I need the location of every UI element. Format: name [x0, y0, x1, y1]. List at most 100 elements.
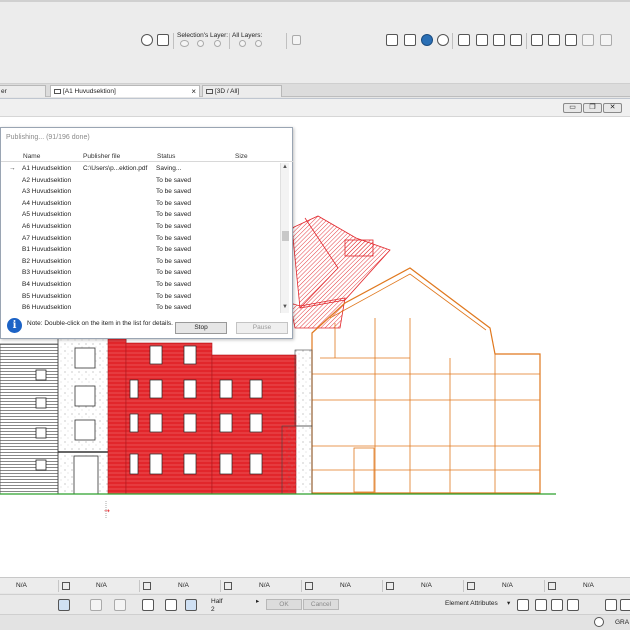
- house-3d-icon[interactable]: [493, 34, 505, 46]
- cancel-button[interactable]: Cancel: [303, 599, 339, 610]
- item-name: B3 Huvudsektion: [22, 269, 72, 277]
- refresh-icon[interactable]: [437, 34, 449, 46]
- info-field-icon[interactable]: [467, 582, 475, 590]
- undo-layer-icon[interactable]: [292, 35, 301, 45]
- all-layers-lock-icon[interactable]: [255, 40, 262, 47]
- snap-point-icon[interactable]: [185, 599, 197, 611]
- list-scrollbar[interactable]: ▲ ▼: [280, 163, 289, 313]
- restore-button[interactable]: ❐: [583, 103, 602, 113]
- house-icon[interactable]: [458, 34, 470, 46]
- suspend-groups-icon[interactable]: [90, 599, 102, 611]
- chevron-down-icon[interactable]: ▾: [507, 599, 510, 607]
- item-status: To be saved: [156, 234, 192, 242]
- graphic-override-icon[interactable]: [551, 599, 563, 611]
- item-name: B1 Huvudsektion: [22, 246, 72, 254]
- item-name: B4 Huvudsektion: [22, 280, 72, 288]
- list-item[interactable]: A4 Huvudsektion To be saved: [1, 198, 279, 210]
- pen-set-icon[interactable]: [517, 599, 529, 611]
- teamwork-icon[interactable]: [386, 34, 398, 46]
- column-status[interactable]: Status: [157, 153, 175, 160]
- relative-construction-icon[interactable]: [114, 599, 126, 611]
- item-status: To be saved: [156, 211, 192, 219]
- list-item[interactable]: A2 Huvudsektion To be saved: [1, 175, 279, 187]
- close-button[interactable]: ✕: [603, 103, 622, 113]
- publish-item-list[interactable]: → A1 Huvudsektion C:\Users\p...ektion.pdf S…: [1, 163, 279, 313]
- item-status: To be saved: [156, 269, 192, 277]
- element-attributes-select[interactable]: Element Attributes: [445, 600, 498, 607]
- scroll-up-icon[interactable]: ▲: [282, 164, 288, 170]
- snap-guides-icon[interactable]: [58, 599, 70, 611]
- magic-wand-icon[interactable]: [165, 599, 177, 611]
- item-name: B5 Huvudsektion: [22, 292, 72, 300]
- toolbar-separator: [173, 33, 174, 49]
- item-status: To be saved: [156, 222, 192, 230]
- toolbar-top-border: [0, 0, 630, 2]
- grid-icon[interactable]: [605, 599, 617, 611]
- person-icon[interactable]: [600, 34, 612, 46]
- minimize-button[interactable]: ▭: [563, 103, 582, 113]
- tab-3d-all[interactable]: [3D / All]: [202, 85, 282, 97]
- model-view-icon[interactable]: [535, 599, 547, 611]
- box-3d-icon[interactable]: [565, 34, 577, 46]
- info-field-icon[interactable]: [305, 582, 313, 590]
- info-field-icon[interactable]: [548, 582, 556, 590]
- drawing-icon[interactable]: [548, 34, 560, 46]
- layout-icon[interactable]: [531, 34, 543, 46]
- tab-previous[interactable]: er: [0, 85, 46, 97]
- list-item[interactable]: B4 Huvudsektion To be saved: [1, 279, 279, 291]
- list-item[interactable]: B1 Huvudsektion To be saved: [1, 244, 279, 256]
- walk-icon[interactable]: [582, 34, 594, 46]
- all-layers-visibility-icon[interactable]: [239, 40, 246, 47]
- list-item[interactable]: A6 Huvudsektion To be saved: [1, 221, 279, 233]
- tab-a1-huvudsektion[interactable]: [A1 Huvudsektion] ×: [50, 85, 200, 97]
- item-status: To be saved: [156, 304, 192, 312]
- item-name: A2 Huvudsektion: [22, 176, 72, 184]
- item-status: Saving...: [156, 165, 182, 172]
- stop-button[interactable]: Stop: [175, 322, 227, 334]
- layer-combination-icon[interactable]: [157, 34, 169, 46]
- table-icon[interactable]: [620, 599, 630, 611]
- list-item[interactable]: B5 Huvudsektion To be saved: [1, 291, 279, 303]
- gravity-icon[interactable]: [142, 599, 154, 611]
- publishing-dialog: Publishing... (91/196 done) Name Publish…: [0, 127, 293, 339]
- column-publisher-file[interactable]: Publisher file: [83, 153, 120, 160]
- layer-settings-icon[interactable]: [141, 34, 153, 46]
- send-receive-icon[interactable]: [404, 34, 416, 46]
- main-toolbar: Selection's Layer: All Layers:: [0, 0, 630, 84]
- selection-layer-visibility-icon[interactable]: [180, 40, 189, 47]
- house-section-icon[interactable]: [476, 34, 488, 46]
- list-item[interactable]: → A1 Huvudsektion C:\Users\p...ektion.pdf S…: [1, 163, 279, 175]
- list-item[interactable]: B2 Huvudsektion To be saved: [1, 256, 279, 268]
- half-label: Half: [211, 598, 223, 605]
- network-icon[interactable]: [510, 34, 522, 46]
- list-item[interactable]: A3 Huvudsektion To be saved: [1, 186, 279, 198]
- info-status-bar: N/A N/A N/A N/A N/A N/A N/A N/A: [0, 577, 630, 593]
- info-value: N/A: [178, 582, 189, 589]
- globe-icon[interactable]: [421, 34, 433, 46]
- scroll-thumb[interactable]: [282, 231, 289, 241]
- toolbar-separator: [286, 33, 287, 49]
- info-field-icon[interactable]: [224, 582, 232, 590]
- ok-button[interactable]: OK: [266, 599, 302, 610]
- list-item[interactable]: A5 Huvudsektion To be saved: [1, 209, 279, 221]
- info-field-icon[interactable]: [143, 582, 151, 590]
- list-item[interactable]: A7 Huvudsektion To be saved: [1, 233, 279, 245]
- gray-facade: [0, 343, 59, 495]
- note-text: Note: Double-click on the item in the li…: [27, 320, 173, 327]
- info-field-icon[interactable]: [386, 582, 394, 590]
- selection-layer-lock-icon[interactable]: [197, 40, 204, 47]
- column-size[interactable]: Size: [235, 153, 248, 160]
- list-item[interactable]: B6 Huvudsektion To be saved: [1, 302, 279, 313]
- info-value: N/A: [340, 582, 351, 589]
- list-item[interactable]: B3 Huvudsektion To be saved: [1, 267, 279, 279]
- renovation-filter-icon[interactable]: [567, 599, 579, 611]
- close-icon[interactable]: ×: [191, 86, 196, 97]
- pause-button[interactable]: Pause: [236, 322, 288, 334]
- half-dropdown-icon[interactable]: ▸: [256, 597, 259, 605]
- item-status: To be saved: [156, 280, 192, 288]
- status-separator: [382, 580, 383, 592]
- selection-layer-wire-icon[interactable]: [214, 40, 221, 47]
- info-field-icon[interactable]: [62, 582, 70, 590]
- scroll-down-icon[interactable]: ▼: [282, 304, 288, 310]
- column-name[interactable]: Name: [23, 153, 40, 160]
